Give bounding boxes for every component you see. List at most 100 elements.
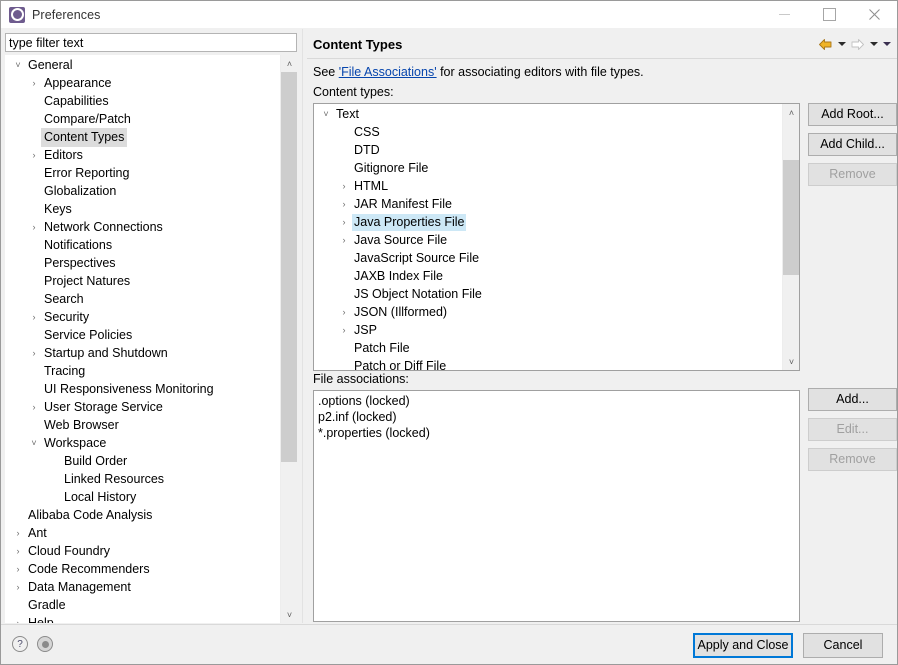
- chevron-down-icon[interactable]: ˅: [318, 109, 334, 119]
- content-type-item[interactable]: › HTML: [314, 177, 782, 195]
- sidebar-item-gradle[interactable]: Gradle: [5, 596, 280, 614]
- file-associations-list[interactable]: .options (locked) p2.inf (locked) *.proper…: [313, 390, 800, 622]
- chevron-right-icon[interactable]: ›: [336, 325, 352, 335]
- scroll-down-icon[interactable]: ˅: [281, 606, 297, 623]
- sidebar-item-general[interactable]: ˅ General: [5, 56, 280, 74]
- sidebar-item-search[interactable]: Search: [5, 290, 280, 308]
- apply-and-close-button[interactable]: Apply and Close: [693, 633, 793, 658]
- chevron-right-icon[interactable]: ›: [336, 217, 352, 227]
- content-type-add-child-button[interactable]: Add Child...: [808, 133, 897, 156]
- sidebar-item-help[interactable]: › Help: [5, 614, 280, 624]
- filter-input[interactable]: [5, 33, 297, 52]
- chevron-right-icon[interactable]: ›: [11, 618, 25, 623]
- chevron-right-icon[interactable]: ›: [27, 150, 41, 160]
- tree-vertical-scrollbar[interactable]: ˄ ˅: [280, 55, 297, 623]
- scroll-up-icon[interactable]: ˄: [783, 104, 799, 121]
- content-types-tree[interactable]: ˅ Text CSS DTD Gitignore File › HTML › JAR Manif…: [313, 103, 800, 371]
- sidebar-item-tracing[interactable]: Tracing: [5, 362, 280, 380]
- chevron-right-icon[interactable]: ›: [336, 199, 352, 209]
- maximize-button[interactable]: [807, 1, 852, 28]
- chevron-right-icon[interactable]: ›: [27, 222, 41, 232]
- minimize-button[interactable]: [762, 1, 807, 28]
- sidebar-item-perspectives[interactable]: Perspectives: [5, 254, 280, 272]
- sidebar-item-code-recommenders[interactable]: › Code Recommenders: [5, 560, 280, 578]
- chevron-right-icon[interactable]: ›: [11, 564, 25, 574]
- file-association-row[interactable]: *.properties (locked): [314, 425, 799, 441]
- sidebar-item-appearance[interactable]: › Appearance: [5, 74, 280, 92]
- content-type-item[interactable]: Patch or Diff File: [314, 357, 782, 371]
- sidebar-item-cloud-foundry[interactable]: › Cloud Foundry: [5, 542, 280, 560]
- content-types-scrollbar[interactable]: ˄ ˅: [782, 104, 799, 370]
- content-type-item[interactable]: › JSON (Illformed): [314, 303, 782, 321]
- content-type-item[interactable]: DTD: [314, 141, 782, 159]
- chevron-right-icon[interactable]: ›: [11, 582, 25, 592]
- scroll-up-icon[interactable]: ˄: [281, 55, 297, 72]
- content-type-item[interactable]: › JAR Manifest File: [314, 195, 782, 213]
- preferences-tree[interactable]: ˅ General › Appearance Capabilities Compare/P…: [5, 55, 297, 623]
- chevron-right-icon[interactable]: ›: [27, 402, 41, 412]
- chevron-right-icon[interactable]: ›: [336, 235, 352, 245]
- content-type-remove-button[interactable]: Remove: [808, 163, 897, 186]
- content-types-scroll-thumb[interactable]: [783, 160, 799, 275]
- sidebar-item-editors[interactable]: › Editors: [5, 146, 280, 164]
- forward-arrow-icon[interactable]: [848, 35, 867, 53]
- file-association-row[interactable]: p2.inf (locked): [314, 409, 799, 425]
- sidebar-item-compare-patch[interactable]: Compare/Patch: [5, 110, 280, 128]
- file-association-add-button[interactable]: Add...: [808, 388, 897, 411]
- content-type-item[interactable]: ˅ Text: [314, 105, 782, 123]
- close-button[interactable]: [852, 1, 897, 28]
- content-type-item[interactable]: CSS: [314, 123, 782, 141]
- chevron-right-icon[interactable]: ›: [336, 307, 352, 317]
- content-type-item[interactable]: JavaScript Source File: [314, 249, 782, 267]
- content-type-item[interactable]: › JSP: [314, 321, 782, 339]
- sidebar-item-alibaba-code-analysis[interactable]: Alibaba Code Analysis: [5, 506, 280, 524]
- content-type-item[interactable]: Gitignore File: [314, 159, 782, 177]
- sidebar-item-web-browser[interactable]: Web Browser: [5, 416, 280, 434]
- back-arrow-icon[interactable]: [816, 35, 835, 53]
- chevron-right-icon[interactable]: ›: [27, 348, 41, 358]
- chevron-right-icon[interactable]: ›: [27, 312, 41, 322]
- content-type-item[interactable]: › Java Source File: [314, 231, 782, 249]
- chevron-right-icon[interactable]: ›: [27, 78, 41, 88]
- chevron-down-icon[interactable]: ˅: [27, 438, 41, 448]
- file-association-edit-button[interactable]: Edit...: [808, 418, 897, 441]
- chevron-right-icon[interactable]: ›: [11, 546, 25, 556]
- chevron-right-icon[interactable]: ›: [11, 528, 25, 538]
- sidebar-item-ant[interactable]: › Ant: [5, 524, 280, 542]
- sidebar-item-notifications[interactable]: Notifications: [5, 236, 280, 254]
- sidebar-item-capabilities[interactable]: Capabilities: [5, 92, 280, 110]
- content-type-item[interactable]: Patch File: [314, 339, 782, 357]
- sidebar-item-project-natures[interactable]: Project Natures: [5, 272, 280, 290]
- cancel-button[interactable]: Cancel: [803, 633, 883, 658]
- scroll-down-icon[interactable]: ˅: [783, 353, 799, 370]
- sidebar-item-globalization[interactable]: Globalization: [5, 182, 280, 200]
- sidebar-item-network-connections[interactable]: › Network Connections: [5, 218, 280, 236]
- forward-dropdown-icon[interactable]: [867, 35, 880, 53]
- sidebar-item-linked-resources[interactable]: Linked Resources: [5, 470, 280, 488]
- content-type-add-root-button[interactable]: Add Root...: [808, 103, 897, 126]
- sidebar-item-security[interactable]: › Security: [5, 308, 280, 326]
- content-type-item[interactable]: › Java Properties File: [314, 213, 782, 231]
- sidebar-item-workspace[interactable]: ˅ Workspace: [5, 434, 280, 452]
- sidebar-item-local-history[interactable]: Local History: [5, 488, 280, 506]
- file-associations-link[interactable]: 'File Associations': [339, 65, 437, 79]
- sidebar-item-keys[interactable]: Keys: [5, 200, 280, 218]
- apply-icon[interactable]: [37, 636, 53, 652]
- sidebar-item-content-types[interactable]: Content Types: [5, 127, 280, 147]
- sidebar-item-startup-and-shutdown[interactable]: › Startup and Shutdown: [5, 344, 280, 362]
- file-association-remove-button[interactable]: Remove: [808, 448, 897, 471]
- chevron-down-icon[interactable]: ˅: [11, 60, 25, 70]
- sidebar-item-ui-responsiveness-monitoring[interactable]: UI Responsiveness Monitoring: [5, 380, 280, 398]
- sidebar-item-build-order[interactable]: Build Order: [5, 452, 280, 470]
- sidebar-item-error-reporting[interactable]: Error Reporting: [5, 164, 280, 182]
- tree-scroll-thumb[interactable]: [281, 72, 297, 462]
- help-icon[interactable]: ?: [12, 636, 28, 652]
- chevron-right-icon[interactable]: ›: [336, 181, 352, 191]
- sidebar-item-data-management[interactable]: › Data Management: [5, 578, 280, 596]
- view-menu-icon[interactable]: [880, 35, 893, 53]
- back-dropdown-icon[interactable]: [835, 35, 848, 53]
- sidebar-item-service-policies[interactable]: Service Policies: [5, 326, 280, 344]
- file-association-row[interactable]: .options (locked): [314, 393, 799, 409]
- content-type-item[interactable]: JS Object Notation File: [314, 285, 782, 303]
- sidebar-item-user-storage-service[interactable]: › User Storage Service: [5, 398, 280, 416]
